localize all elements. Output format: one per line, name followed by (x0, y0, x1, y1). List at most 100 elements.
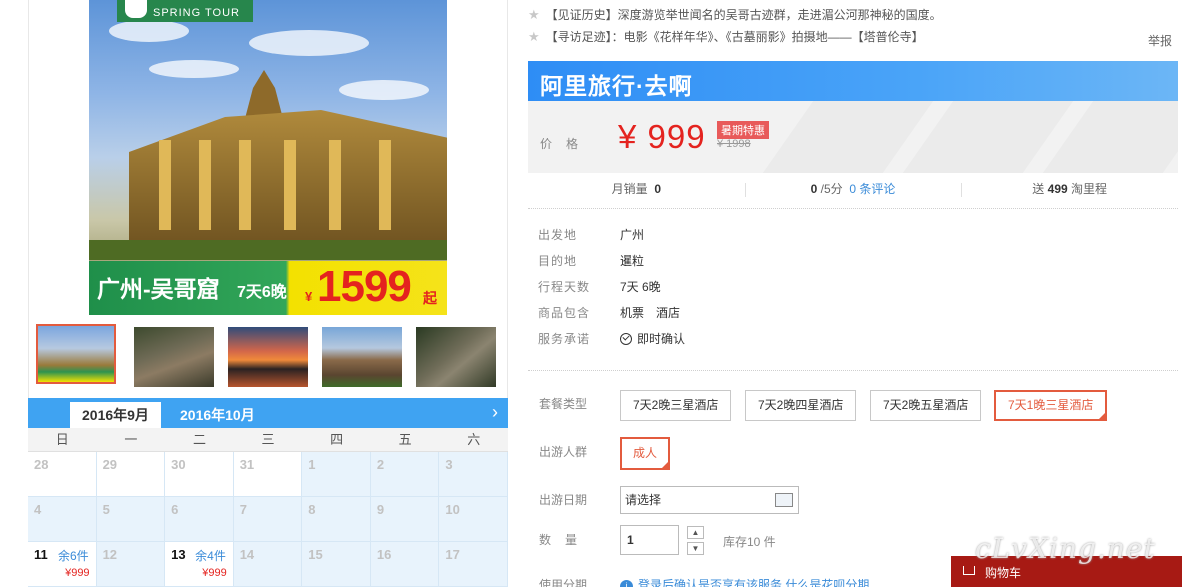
calendar-day: 6 (165, 497, 234, 542)
calendar-day-available[interactable]: 11 余6件 ¥999 (28, 542, 97, 587)
cloud (109, 20, 189, 42)
report-link[interactable]: 举报 (1148, 32, 1172, 49)
info-icon: i (620, 580, 633, 587)
day-number: 30 (171, 457, 186, 472)
info-row-promise: 服务承诺 即时确认 (538, 330, 685, 356)
reviews-link[interactable]: 0 条评论 (849, 182, 895, 196)
divider (528, 370, 1178, 371)
calendar-day: 2 (370, 452, 440, 497)
main-product-image[interactable]: SPRING TOUR 广州-吴哥窟 7天6晚 ¥ 1599 起 (89, 0, 447, 315)
calendar-day: 10 (439, 497, 508, 542)
installment-label: 使用分期 (539, 578, 588, 587)
date-label: 出游日期 (539, 493, 588, 507)
logo-text: SPRING TOUR (153, 7, 240, 19)
thumbnail-3[interactable] (228, 327, 308, 387)
day-number: 4 (34, 502, 42, 517)
info-value: 即时确认 (620, 330, 685, 356)
promo-tag-badge: 暑期特惠 (717, 121, 769, 139)
temple-pillar (159, 140, 171, 230)
day-number: 28 (34, 457, 49, 472)
day-number: 8 (308, 502, 316, 517)
temple-pillar (284, 140, 296, 230)
monthly-sales-value: 0 (654, 182, 662, 196)
day-number: 3 (445, 457, 453, 472)
decor-stripe (762, 101, 934, 173)
calendar-day: 1 (302, 452, 371, 497)
quantity-up-icon[interactable]: ▲ (687, 526, 704, 539)
calendar-day: 15 (302, 542, 371, 587)
monthly-sales-label: 月销量 (611, 182, 648, 196)
package-option[interactable]: 7天2晚五星酒店 (870, 390, 982, 421)
gallery-border-left (28, 0, 29, 400)
day-price: ¥999 (202, 567, 227, 579)
day-number: 29 (102, 457, 118, 472)
calendar-day: 8 (302, 497, 371, 542)
package-option[interactable]: 7天2晚三星酒店 (620, 390, 732, 421)
calendar-day: 5 (96, 497, 166, 542)
brand-banner: 阿里旅行·去啊 (528, 61, 1178, 101)
rating: 0 /5分 0 条评论 (744, 173, 962, 208)
info-row-destination: 目的地 暹粒 (538, 252, 685, 278)
calendar-day: 4 (28, 497, 97, 542)
crowd-label: 出游人群 (539, 445, 588, 459)
calendar-header: 2016年9月 2016年10月 › (28, 398, 508, 428)
highlight-text: 【见证历史】深度游览举世闻名的吴哥古迹群，走进湄公河那神秘的国度。 (545, 8, 942, 22)
installment-text: 登录后确认是否享有该服务 什么是花呗分期 (638, 578, 870, 587)
trip-info: 出发地 广州 目的地 暹粒 行程天数 7天 6晚 商品包含 机票 酒店 服务承诺 即时确认 (538, 226, 685, 356)
cart-icon (963, 566, 975, 575)
decor-stripe (902, 101, 1074, 173)
day-number: 1 (308, 457, 316, 472)
tab-october[interactable]: 2016年10月 (168, 402, 267, 428)
day-number: 5 (102, 502, 110, 517)
calendar-day: 30 (165, 452, 234, 497)
day-number: 17 (445, 547, 460, 562)
calendar-icon[interactable] (775, 493, 793, 507)
thumbnail-2[interactable] (134, 327, 214, 387)
info-key: 目的地 (538, 254, 578, 268)
chevron-right-icon[interactable]: › (492, 402, 498, 423)
day-number: 2 (376, 457, 385, 472)
cloud (339, 80, 429, 100)
package-option-selected[interactable]: 7天1晚三星酒店 (994, 390, 1108, 421)
info-key: 出发地 (538, 228, 578, 242)
info-key: 行程天数 (538, 280, 591, 294)
current-price: ¥ 999 (618, 118, 706, 155)
date-select[interactable]: 请选择 (620, 486, 799, 514)
day-number: 10 (445, 502, 460, 517)
reward-points: 送 499 淘里程 (961, 173, 1178, 208)
calendar-day: 28 (28, 452, 97, 497)
calendar-day-available[interactable]: 13 余4件 ¥999 (165, 542, 234, 587)
calendar-day: 12 (96, 542, 166, 587)
calendar-weekdays: 日 一 二 三 四 五 六 (28, 428, 508, 452)
temple-pillar (239, 140, 251, 230)
quantity-label: 数 量 (539, 533, 579, 547)
grass (89, 240, 447, 260)
tab-september[interactable]: 2016年9月 (70, 402, 161, 428)
stock-count: 库存10 件 (723, 535, 776, 549)
thumbnail-4[interactable] (322, 327, 402, 387)
banner-price-suffix: 起 (423, 290, 437, 306)
thumbnail-5[interactable] (416, 327, 496, 387)
package-option[interactable]: 7天2晚四星酒店 (745, 390, 857, 421)
star-icon: ★ (528, 29, 540, 44)
info-value: 7天 6晚 (620, 280, 661, 294)
highlight-text: 【寻访足迹】：电影《花样年华》、《古墓丽影》拍摄地——【塔普伦寺】 (545, 30, 924, 44)
thumbnail-1[interactable] (36, 324, 116, 384)
departure-calendar: 2016年9月 2016年10月 › 日 一 二 三 四 五 六 28 29 3… (28, 398, 508, 587)
crowd-option-selected[interactable]: 成人 (620, 437, 670, 470)
original-price: ¥ 1998 (717, 138, 751, 150)
installment-info[interactable]: i 登录后确认是否享有该服务 什么是花呗分期 (620, 576, 869, 587)
points-value: 499 (1047, 182, 1068, 196)
calendar-day: 31 (233, 452, 303, 497)
weekday-label: 五 (398, 432, 412, 447)
info-key: 服务承诺 (538, 332, 591, 346)
product-highlights: ★ 【见证历史】深度游览举世闻名的吴哥古迹群，走进湄公河那神秘的国度。 ★ 【寻… (528, 0, 1178, 48)
quantity-input[interactable]: 1 (620, 525, 679, 555)
quantity-down-icon[interactable]: ▼ (687, 542, 704, 555)
calendar-day: 14 (233, 542, 303, 587)
info-row-includes: 商品包含 机票 酒店 (538, 304, 685, 330)
info-row-departure: 出发地 广州 (538, 226, 685, 252)
highlight-row: ★ 【寻访足迹】：电影《花样年华》、《古墓丽影》拍摄地——【塔普伦寺】 (528, 26, 1178, 48)
temple-pillar (199, 140, 211, 230)
calendar-day: 29 (96, 452, 166, 497)
